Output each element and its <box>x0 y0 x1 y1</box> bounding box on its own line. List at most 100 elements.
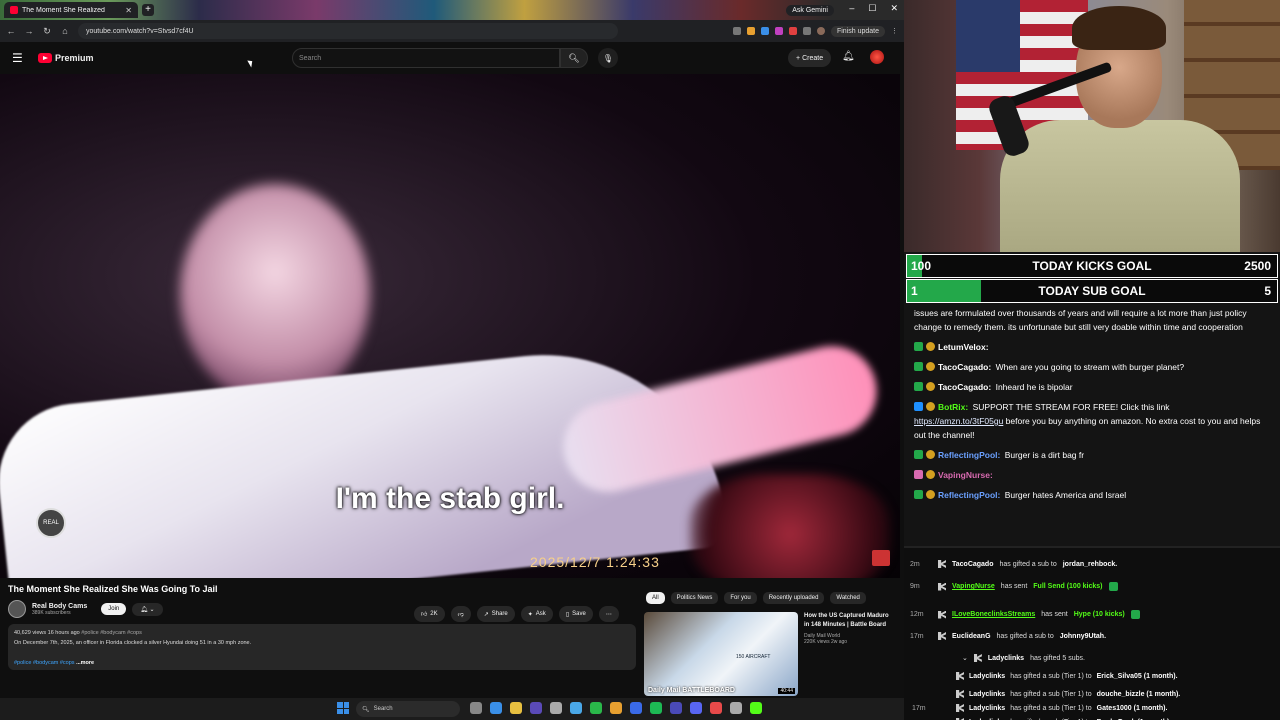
kick-logo-icon <box>938 610 946 619</box>
search-button[interactable]: 🔍︎ <box>560 48 588 68</box>
chat-username[interactable]: TacoCagado: <box>938 382 991 392</box>
more-actions-button[interactable]: ⋯ <box>598 606 619 622</box>
channel-name[interactable]: Real Body Cams <box>32 603 87 610</box>
forward-icon[interactable]: → <box>24 26 34 36</box>
event-username[interactable]: VapingNurse <box>952 583 995 590</box>
video-player[interactable]: REAL I'm the stab girl. 2025/12/7 1:24:3… <box>0 74 900 578</box>
chat-link[interactable]: https://amzn.to/3tF05gu <box>914 416 1003 426</box>
taskbar-search[interactable]: 🔍︎ Search <box>356 701 460 717</box>
app-icon[interactable] <box>630 702 642 714</box>
event-recipient[interactable]: Gates1000 (1 month). <box>1097 705 1168 712</box>
account-avatar[interactable] <box>870 50 884 64</box>
ask-gemini-button[interactable]: Ask Gemini <box>786 4 834 16</box>
like-button[interactable]: 👍︎ 2K <box>414 606 445 622</box>
chat-username[interactable]: BotRix: <box>938 402 968 412</box>
extension-icon[interactable] <box>788 27 797 35</box>
event-username[interactable]: ILoveBoneclinksStreams <box>952 611 1035 618</box>
app-icon[interactable] <box>550 702 562 714</box>
ask-button[interactable]: ✦ Ask <box>520 606 553 622</box>
description-box[interactable]: 40,629 views 16 hours ago #police #bodyc… <box>8 624 636 670</box>
app-icon[interactable] <box>710 702 722 714</box>
event-username[interactable]: EuclideanG <box>952 633 991 640</box>
recommended-title[interactable]: How the US Captured Maduro in 148 Minute… <box>804 612 894 630</box>
tab-youtube[interactable]: The Moment She Realized ✕ <box>4 2 138 18</box>
share-button[interactable]: ↗ Share <box>476 606 515 622</box>
recording-icon <box>872 550 890 566</box>
filter-chip[interactable]: All <box>646 592 665 604</box>
chat-username[interactable]: ReflectingPool: <box>938 450 1000 460</box>
extension-icon[interactable] <box>732 27 741 35</box>
description-tags[interactable]: #police #bodycam #cops <box>14 660 75 666</box>
chat-username[interactable]: TacoCagado: <box>938 362 991 372</box>
menu-dots-icon[interactable]: ⋮ <box>891 27 898 35</box>
new-tab-button[interactable]: + <box>142 4 154 16</box>
recommended-thumbnail[interactable]: 150 AIRCRAFT Daily Mail BATTLEBOARD 40:4… <box>644 612 798 696</box>
app-icon[interactable] <box>730 702 742 714</box>
event-recipient[interactable]: Erick_Silva05 (1 month). <box>1097 673 1178 680</box>
subscription-bell-button[interactable]: 🔔︎ ⌄ <box>132 602 163 616</box>
close-tab-icon[interactable]: ✕ <box>125 6 132 15</box>
kick-icon[interactable] <box>750 702 762 714</box>
close-window-icon[interactable]: ✕ <box>890 3 898 14</box>
chat-username[interactable]: VapingNurse: <box>938 470 993 480</box>
description-stats: 40,629 views 16 hours ago <box>14 630 80 636</box>
filter-chip[interactable]: Recently uploaded <box>762 592 825 604</box>
filter-chip[interactable]: Watched <box>830 592 866 604</box>
chevron-down-icon[interactable]: ⌄ <box>962 654 968 662</box>
chat-text: SUPPORT THE STREAM FOR FREE! Click this … <box>970 402 1170 412</box>
app-icon[interactable] <box>570 702 582 714</box>
premiere-icon[interactable] <box>670 702 682 714</box>
event-username[interactable]: Ladyclinks <box>969 691 1005 698</box>
dislike-button[interactable]: 👎︎ <box>450 606 471 622</box>
subscriber-badge-icon <box>914 450 923 459</box>
home-icon[interactable]: ⌂ <box>60 26 70 36</box>
url-field[interactable]: youtube.com/watch?v=Stvsd7cf4U <box>78 23 618 39</box>
extension-icon[interactable] <box>774 27 783 35</box>
channel-avatar[interactable] <box>8 600 26 618</box>
event-recipient[interactable]: douche_bizzle (1 month). <box>1097 691 1181 698</box>
extension-icon[interactable] <box>746 27 755 35</box>
discord-icon[interactable] <box>690 702 702 714</box>
create-button[interactable]: + Create <box>788 49 832 67</box>
youtube-header: ☰ Premium Search 🔍︎ 🎙︎ + Create 🔔︎ <box>0 42 904 74</box>
event-username[interactable]: Ladyclinks <box>969 673 1005 680</box>
save-button[interactable]: ▯ Save <box>558 606 593 622</box>
recommendation-filters: All Politics News For you Recently uploaded… <box>646 592 866 604</box>
obs-icon[interactable] <box>530 702 542 714</box>
show-more-link[interactable]: ...more <box>76 660 94 666</box>
maximize-icon[interactable]: ☐ <box>868 3 876 14</box>
hamburger-menu-icon[interactable]: ☰ <box>12 51 30 65</box>
extension-icon[interactable] <box>802 27 811 35</box>
extensions-area: Finish update ⋮ <box>732 25 898 37</box>
youtube-logo[interactable]: Premium <box>38 53 94 63</box>
voice-search-button[interactable]: 🎙︎ <box>598 48 618 68</box>
join-button[interactable]: Join <box>101 603 127 615</box>
event-recipient[interactable]: jordan_rehbock. <box>1063 561 1117 568</box>
recommended-video[interactable]: 150 AIRCRAFT Daily Mail BATTLEBOARD 40:4… <box>644 612 894 696</box>
chat-username[interactable]: LetumVelox: <box>938 342 989 352</box>
event-username[interactable]: Ladyclinks <box>969 705 1005 712</box>
spotify-icon[interactable] <box>650 702 662 714</box>
edge-icon[interactable] <box>490 702 502 714</box>
back-icon[interactable]: ← <box>6 26 16 36</box>
chat-username[interactable]: ReflectingPool: <box>938 490 1000 500</box>
filter-chip[interactable]: Politics News <box>670 592 719 604</box>
filter-chip[interactable]: For you <box>724 592 757 604</box>
reload-icon[interactable]: ↻ <box>42 26 52 37</box>
event-recipient[interactable]: Johnny9Utah. <box>1060 633 1106 640</box>
event-username[interactable]: TacoCagado <box>952 561 994 568</box>
app-icon[interactable] <box>590 702 602 714</box>
task-view-icon[interactable] <box>470 702 482 714</box>
minimize-icon[interactable]: – <box>849 3 854 14</box>
windows-start-icon[interactable] <box>337 702 349 714</box>
file-explorer-icon[interactable] <box>610 702 622 714</box>
finish-update-button[interactable]: Finish update <box>830 25 885 37</box>
notifications-bell-icon[interactable]: 🔔︎ <box>842 51 855 62</box>
event-text: has gifted a sub to <box>996 632 1054 640</box>
search-input[interactable]: Search <box>292 48 560 68</box>
profile-icon[interactable] <box>816 27 825 35</box>
chrome-icon[interactable] <box>510 702 522 714</box>
event-username[interactable]: Ladyclinks <box>988 655 1024 662</box>
streamer-hair <box>1072 6 1166 50</box>
extension-icon[interactable] <box>760 27 769 35</box>
